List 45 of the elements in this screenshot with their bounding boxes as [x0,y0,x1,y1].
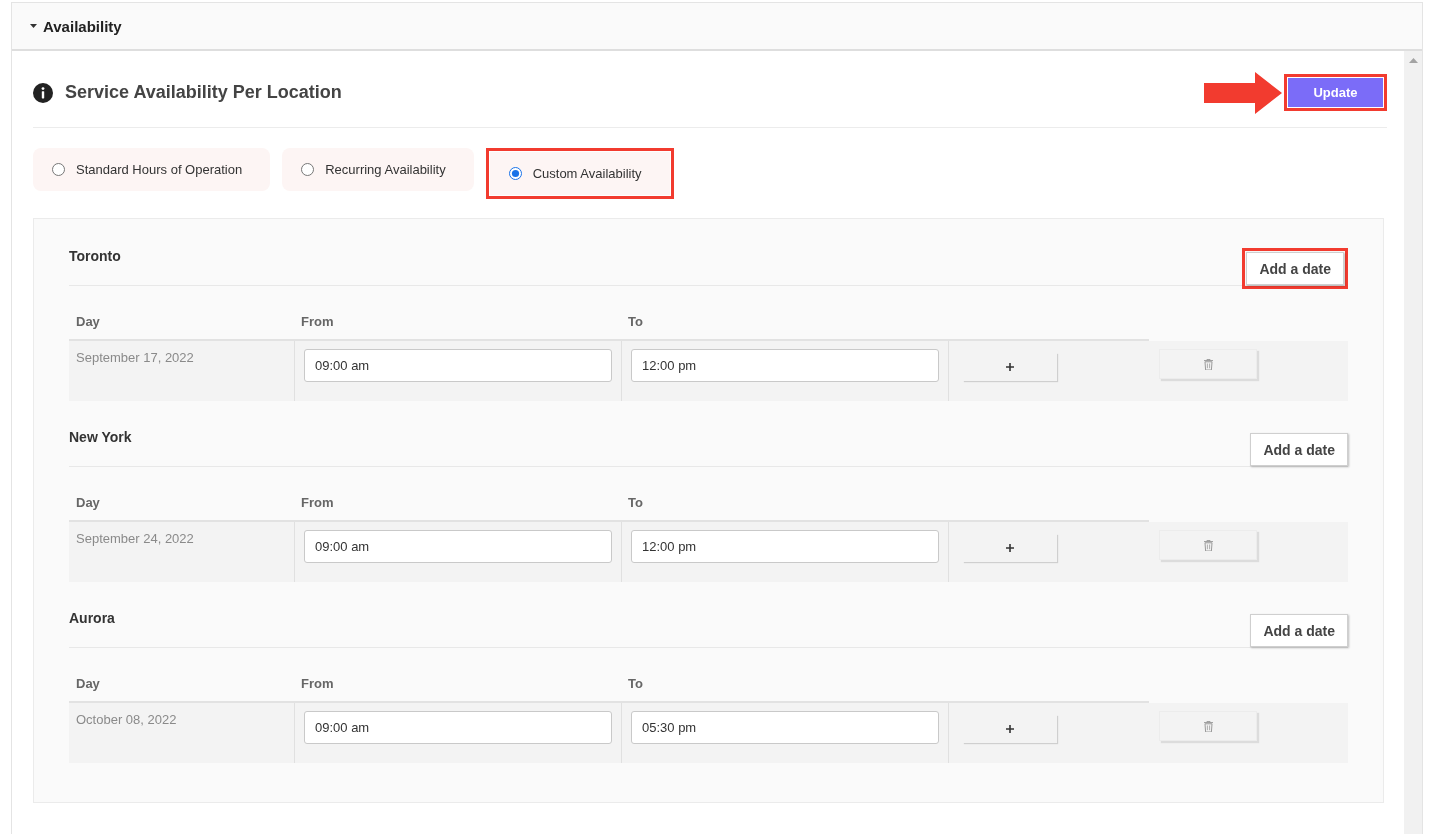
delete-button[interactable] [1159,530,1257,560]
trash-icon [1203,720,1213,732]
time-field[interactable]: 09:00 am [304,711,612,744]
scrollbar[interactable] [1404,51,1422,834]
radio-icon[interactable] [52,163,65,176]
column-header: To [628,676,643,691]
radio-option[interactable]: Recurring Availability [282,148,474,191]
time-field[interactable]: 09:00 am [304,530,612,563]
trash-icon [1203,358,1213,370]
radio-icon[interactable] [301,163,315,176]
column-header: From [301,314,334,329]
time-field[interactable]: 05:30 pm [631,711,939,744]
trash-icon [1203,539,1213,551]
add-date-button[interactable]: Add a date [1246,252,1344,285]
column-header: Day [76,676,100,691]
location-title: New York [69,428,132,447]
location-title: Aurora [69,609,115,628]
info-icon [33,82,53,103]
plus-icon [1006,725,1014,733]
time-field[interactable]: 12:00 pm [631,349,939,382]
panel-title: Service Availability Per Location [65,82,342,103]
radio-option[interactable]: Standard Hours of Operation [33,148,271,191]
add-date-button[interactable]: Add a date [1250,614,1348,647]
date-cell: October 08, 2022 [69,703,294,763]
plus-icon [1006,363,1014,371]
update-button[interactable]: Update [1288,78,1383,107]
column-header: To [628,314,643,329]
add-date-button[interactable]: Add a date [1250,433,1348,466]
date-cell: September 17, 2022 [69,341,294,401]
radio-option[interactable]: Custom Availability [489,152,670,195]
plus-icon [1006,544,1014,552]
location-title: Toronto [69,247,121,266]
column-header: From [301,495,334,510]
time-field[interactable]: 12:00 pm [631,530,939,563]
radio-selected-icon[interactable] [508,167,522,180]
delete-button[interactable] [1159,711,1257,741]
delete-button[interactable] [1159,349,1257,379]
date-cell: September 24, 2022 [69,522,294,582]
scroll-up-icon[interactable] [1408,58,1418,63]
column-header: From [301,676,334,691]
accordion-toggle[interactable]: Availability [30,17,122,35]
time-field[interactable]: 09:00 am [304,349,612,382]
column-header: Day [76,314,100,329]
column-header: Day [76,495,100,510]
column-header: To [628,495,643,510]
